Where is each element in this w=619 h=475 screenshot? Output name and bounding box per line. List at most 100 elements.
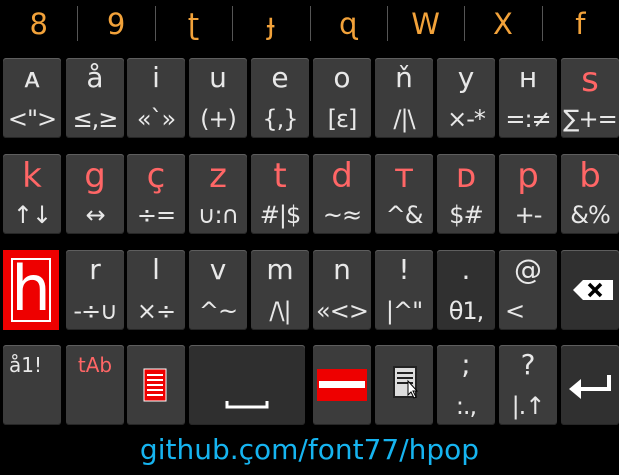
key-main: p — [517, 156, 539, 196]
key-n[interactable]: n «<> — [313, 250, 371, 330]
key-m[interactable]: m /\| — [251, 250, 309, 330]
key-main: b — [579, 156, 601, 196]
backspace-key[interactable] — [561, 250, 619, 330]
key-sub: =:≠ — [505, 105, 551, 133]
key-sub: <"> — [7, 105, 57, 133]
key-main: s — [581, 60, 599, 100]
key-p[interactable]: p +- — [499, 154, 557, 234]
key-main: н — [518, 61, 538, 94]
key-sub: #|$ — [259, 201, 301, 229]
key-main: e — [271, 61, 289, 94]
top-key-t-retroflex[interactable]: ʈ — [154, 0, 232, 47]
key-main: o — [333, 61, 351, 94]
stack-icon — [143, 368, 167, 402]
key-sub: «`» — [136, 105, 176, 133]
top-key-w[interactable]: W — [386, 0, 464, 47]
key-i[interactable]: i «`» — [127, 58, 185, 138]
key-sub: |^" — [385, 297, 423, 325]
key-main: y — [457, 61, 475, 94]
key-y[interactable]: y ×-* — [437, 58, 495, 138]
key-h-active[interactable]: h — [3, 250, 59, 330]
key-sub: -÷∪ — [73, 297, 117, 325]
key-t[interactable]: t #|$ — [251, 154, 309, 234]
suggestion-bar: 8 9 ʈ ɟ ɋ W X f — [0, 0, 619, 47]
key-sub: [ɛ] — [327, 105, 358, 133]
key-r[interactable]: r -÷∪ — [66, 250, 124, 330]
key-u[interactable]: u (+) — [189, 58, 247, 138]
key-main: ᴅ — [455, 156, 477, 196]
key-sub: {,} — [262, 105, 298, 133]
key-sub: /\| — [269, 297, 291, 325]
key-sub: /|\ — [393, 105, 415, 133]
key-en[interactable]: н =:≠ — [499, 58, 557, 138]
key-main: l — [152, 253, 160, 286]
top-key-8[interactable]: 8 — [0, 0, 77, 47]
top-key-9[interactable]: 9 — [77, 0, 154, 47]
key-sub: ÷= — [136, 201, 176, 229]
key-d[interactable]: d ~≈ — [313, 154, 371, 234]
top-key-j-barred[interactable]: ɟ — [232, 0, 309, 47]
key-te[interactable]: т ^& — [375, 154, 433, 234]
key-main: å1! — [9, 353, 42, 377]
key-c-cedilla[interactable]: ç ÷= — [127, 154, 185, 234]
key-main: t — [273, 156, 287, 196]
key-sub: ^& — [385, 201, 424, 229]
key-main: u — [209, 61, 227, 94]
key-g[interactable]: g ↔ — [66, 154, 124, 234]
tab-key[interactable]: tAb — [66, 345, 124, 425]
key-sub: $# — [449, 201, 483, 229]
clipboard-key[interactable] — [375, 345, 433, 425]
key-sub: «<> — [316, 297, 369, 325]
key-a-ring[interactable]: å ≤,≥ — [66, 58, 124, 138]
key-b[interactable]: b &% — [561, 154, 619, 234]
top-key-f[interactable]: f — [541, 0, 619, 47]
key-main: ? — [520, 348, 536, 381]
key-period[interactable]: . θ1, — [437, 250, 495, 330]
key-sub: :., — [455, 392, 477, 420]
key-main: z — [209, 156, 227, 196]
key-sub: ×-* — [447, 105, 486, 133]
key-main: @ — [514, 253, 542, 286]
key-v[interactable]: v ^~ — [189, 250, 247, 330]
key-sub: +- — [514, 201, 543, 229]
key-o[interactable]: o [ɛ] — [313, 58, 371, 138]
key-at[interactable]: @ < — [499, 250, 557, 330]
key-e[interactable]: e {,} — [251, 58, 309, 138]
key-z[interactable]: z ∪:∩ — [189, 154, 247, 234]
minus-icon — [317, 369, 367, 401]
key-main: . — [461, 253, 471, 286]
backspace-icon — [573, 280, 613, 300]
key-exclamation[interactable]: ! |^" — [375, 250, 433, 330]
key-sub: θ1, — [448, 297, 485, 325]
key-main: т — [394, 156, 414, 196]
key-main: å — [86, 61, 104, 94]
footer-link[interactable]: github.çom/font77/hpop — [0, 432, 619, 468]
symbols-mode-key[interactable]: å1! — [3, 345, 61, 425]
key-d-small-cap[interactable]: ᴅ $# — [437, 154, 495, 234]
key-l[interactable]: l ×÷ — [127, 250, 185, 330]
top-key-q-hook[interactable]: ɋ — [309, 0, 387, 47]
key-sub: ×÷ — [136, 297, 176, 325]
key-main: tAb — [77, 353, 113, 377]
key-sub: ↔ — [85, 201, 105, 229]
top-key-x[interactable]: X — [464, 0, 541, 47]
key-main: n — [333, 253, 351, 286]
question-key[interactable]: ? |.↑ — [499, 345, 557, 425]
key-s[interactable]: s ∑+= — [561, 58, 619, 138]
enter-key[interactable] — [561, 345, 619, 425]
semicolon-key[interactable]: ;:., — [437, 345, 495, 425]
menu-key[interactable] — [127, 345, 185, 425]
key-sub: ∪:∩ — [197, 201, 239, 229]
key-sub: ∑+= — [563, 105, 617, 133]
key-main: g — [84, 156, 106, 196]
minus-key[interactable] — [313, 345, 371, 425]
key-a-small-cap[interactable]: ᴀ <"> — [3, 58, 61, 138]
key-main: k — [22, 156, 42, 196]
key-k[interactable]: k ↑↓ — [3, 154, 61, 234]
key-main: m — [266, 253, 294, 286]
key-sub: ↑↓ — [12, 201, 52, 229]
space-key[interactable] — [189, 345, 305, 425]
key-n-caron[interactable]: ň /|\ — [375, 58, 433, 138]
key-sub: ^~ — [198, 297, 238, 325]
key-sub: |.↑ — [511, 392, 546, 420]
